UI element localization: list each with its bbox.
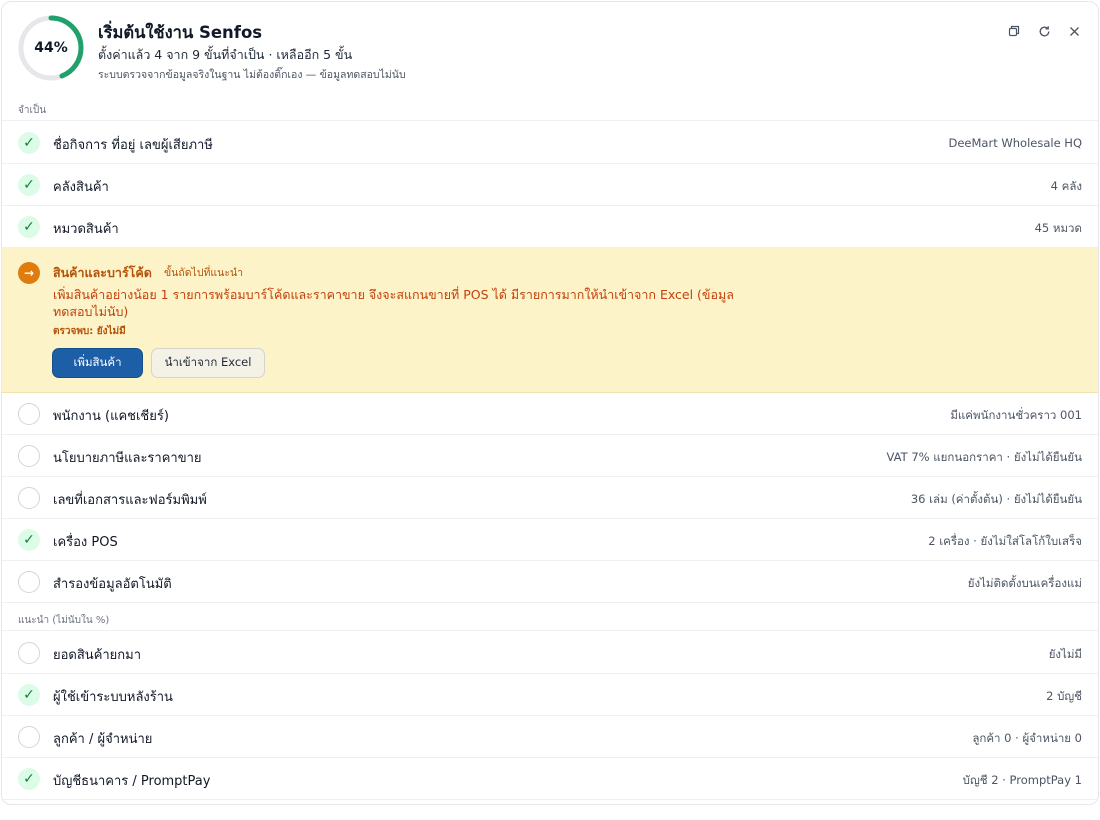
checklist-row[interactable]: พนักงาน (แคชเชียร์) มีแค่พนักงานชั่วคราว … <box>2 393 1098 435</box>
checklist-row[interactable]: ✓ บัญชีธนาคาร / PromptPay บัญชี 2 · Prompt… <box>2 758 1098 800</box>
active-step-description: เพิ่มสินค้าอย่างน้อย 1 รายการพร้อมบาร์โค… <box>53 287 734 319</box>
page-title: เริ่มต้นใช้งาน Senfos <box>98 23 263 42</box>
arrow-right-icon: → <box>18 262 40 284</box>
restore-icon[interactable] <box>1004 21 1024 41</box>
checklist-row[interactable]: เลขที่เอกสารและฟอร์มพิมพ์ 36 เล่ม (ค่าตั้… <box>2 477 1098 519</box>
panel-header: 44% เริ่มต้นใช้งาน Senfos ตั้งค่าแล้ว 4 … <box>2 2 1098 102</box>
empty-circle-icon <box>18 726 40 748</box>
empty-circle-icon <box>18 445 40 467</box>
row-label: ผู้ใช้เข้าระบบหลังร้าน <box>53 690 173 705</box>
checklist-row[interactable]: นโยบายภาษีและราคาขาย VAT 7% แยกนอกราคา · … <box>2 435 1098 477</box>
row-label: ยอดสินค้ายกมา <box>53 648 142 663</box>
row-value: บัญชี 2 · PromptPay 1 <box>962 773 1082 787</box>
window-controls <box>1004 21 1084 41</box>
refresh-icon[interactable] <box>1034 21 1054 41</box>
row-label: สำรองข้อมูลอัตโนมัติ <box>53 577 172 592</box>
row-value: ยังไม่ติดตั้งบนเครื่องแม่ <box>967 576 1082 590</box>
checklist-row[interactable]: ✓ ชื่อกิจการ ที่อยู่ เลขผู้เสียภาษี DeeMar… <box>2 122 1098 164</box>
next-step-tag: ขั้นถัดไปที่แนะนำ <box>164 267 244 279</box>
empty-circle-icon <box>18 642 40 664</box>
row-label: เครื่อง POS <box>53 535 118 550</box>
checklist-row[interactable]: ยอดสินค้ายกมา ยังไม่มี <box>2 632 1098 674</box>
empty-circle-icon <box>18 487 40 509</box>
row-value: 36 เล่ม (ค่าตั้งต้น) · ยังไม่ได้ยืนยัน <box>910 492 1082 506</box>
empty-circle-icon <box>18 403 40 425</box>
row-value: VAT 7% แยกนอกราคา · ยังไม่ได้ยืนยัน <box>886 450 1082 464</box>
section-required-label: จำเป็น <box>2 101 1098 121</box>
row-value: 4 คลัง <box>1050 179 1082 193</box>
progress-percent: 44% <box>34 40 68 56</box>
row-label: ลูกค้า / ผู้จำหน่าย <box>53 732 153 747</box>
check-icon: ✓ <box>18 216 40 238</box>
recommended-list: ยอดสินค้ายกมา ยังไม่มี ✓ ผู้ใช้เข้าระบบหลัง… <box>2 632 1098 800</box>
import-excel-button[interactable]: นำเข้าจาก Excel <box>151 348 265 378</box>
required-list: ✓ ชื่อกิจการ ที่อยู่ เลขผู้เสียภาษี DeeMar… <box>2 122 1098 603</box>
empty-circle-icon <box>18 571 40 593</box>
checklist-row[interactable]: สำรองข้อมูลอัตโนมัติ ยังไม่ติดตั้งบนเครื่… <box>2 561 1098 603</box>
checklist-row[interactable]: ✓ คลังสินค้า 4 คลัง <box>2 164 1098 206</box>
row-label: เลขที่เอกสารและฟอร์มพิมพ์ <box>53 493 207 508</box>
row-value: DeeMart Wholesale HQ <box>948 136 1083 150</box>
row-label: บัญชีธนาคาร / PromptPay <box>53 774 211 789</box>
row-label: หมวดสินค้า <box>53 222 119 237</box>
check-icon: ✓ <box>18 684 40 706</box>
check-icon: ✓ <box>18 529 40 551</box>
progress-ring: 44% <box>17 14 85 82</box>
progress-summary: ตั้งค่าแล้ว 4 จาก 9 ขั้นที่จำเป็น · เหลื… <box>98 47 353 62</box>
row-value: ลูกค้า 0 · ผู้จำหน่าย 0 <box>972 731 1082 745</box>
checklist-row[interactable]: ลูกค้า / ผู้จำหน่าย ลูกค้า 0 · ผู้จำหน่าย… <box>2 716 1098 758</box>
row-label: นโยบายภาษีและราคาขาย <box>53 451 202 466</box>
add-product-button[interactable]: เพิ่มสินค้า <box>52 348 143 378</box>
onboarding-panel: 44% เริ่มต้นใช้งาน Senfos ตั้งค่าแล้ว 4 … <box>1 1 1099 805</box>
row-label: คลังสินค้า <box>53 180 109 195</box>
check-icon: ✓ <box>18 768 40 790</box>
detection-status: ตรวจพบ: ยังไม่มี <box>53 326 126 337</box>
detection-note: ระบบตรวจจากข้อมูลจริงในฐาน ไม่ต้องติ๊กเอ… <box>98 69 406 81</box>
checklist-row[interactable]: ✓ ผู้ใช้เข้าระบบหลังร้าน 2 บัญชี <box>2 674 1098 716</box>
row-value: มีแค่พนักงานชั่วคราว 001 <box>950 408 1082 422</box>
check-icon: ✓ <box>18 174 40 196</box>
section-recommended-label: แนะนำ (ไม่นับใน %) <box>2 611 1098 631</box>
row-value: 2 เครื่อง · ยังไม่ใส่โลโก้ใบเสร็จ <box>928 534 1082 548</box>
close-icon[interactable] <box>1064 21 1084 41</box>
active-step-row: → สินค้าและบาร์โค้ด ขั้นถัดไปที่แนะนำ เพ… <box>2 248 1098 393</box>
row-value: ยังไม่มี <box>1048 647 1082 661</box>
row-label: พนักงาน (แคชเชียร์) <box>53 409 169 424</box>
check-icon: ✓ <box>18 132 40 154</box>
checklist-row[interactable]: ✓ เครื่อง POS 2 เครื่อง · ยังไม่ใส่โลโก้ใบ… <box>2 519 1098 561</box>
active-step-title: สินค้าและบาร์โค้ด <box>53 265 152 280</box>
row-value: 45 หมวด <box>1034 221 1082 235</box>
row-value: 2 บัญชี <box>1046 689 1082 703</box>
checklist-row[interactable]: ✓ หมวดสินค้า 45 หมวด <box>2 206 1098 248</box>
row-label: ชื่อกิจการ ที่อยู่ เลขผู้เสียภาษี <box>53 138 213 153</box>
